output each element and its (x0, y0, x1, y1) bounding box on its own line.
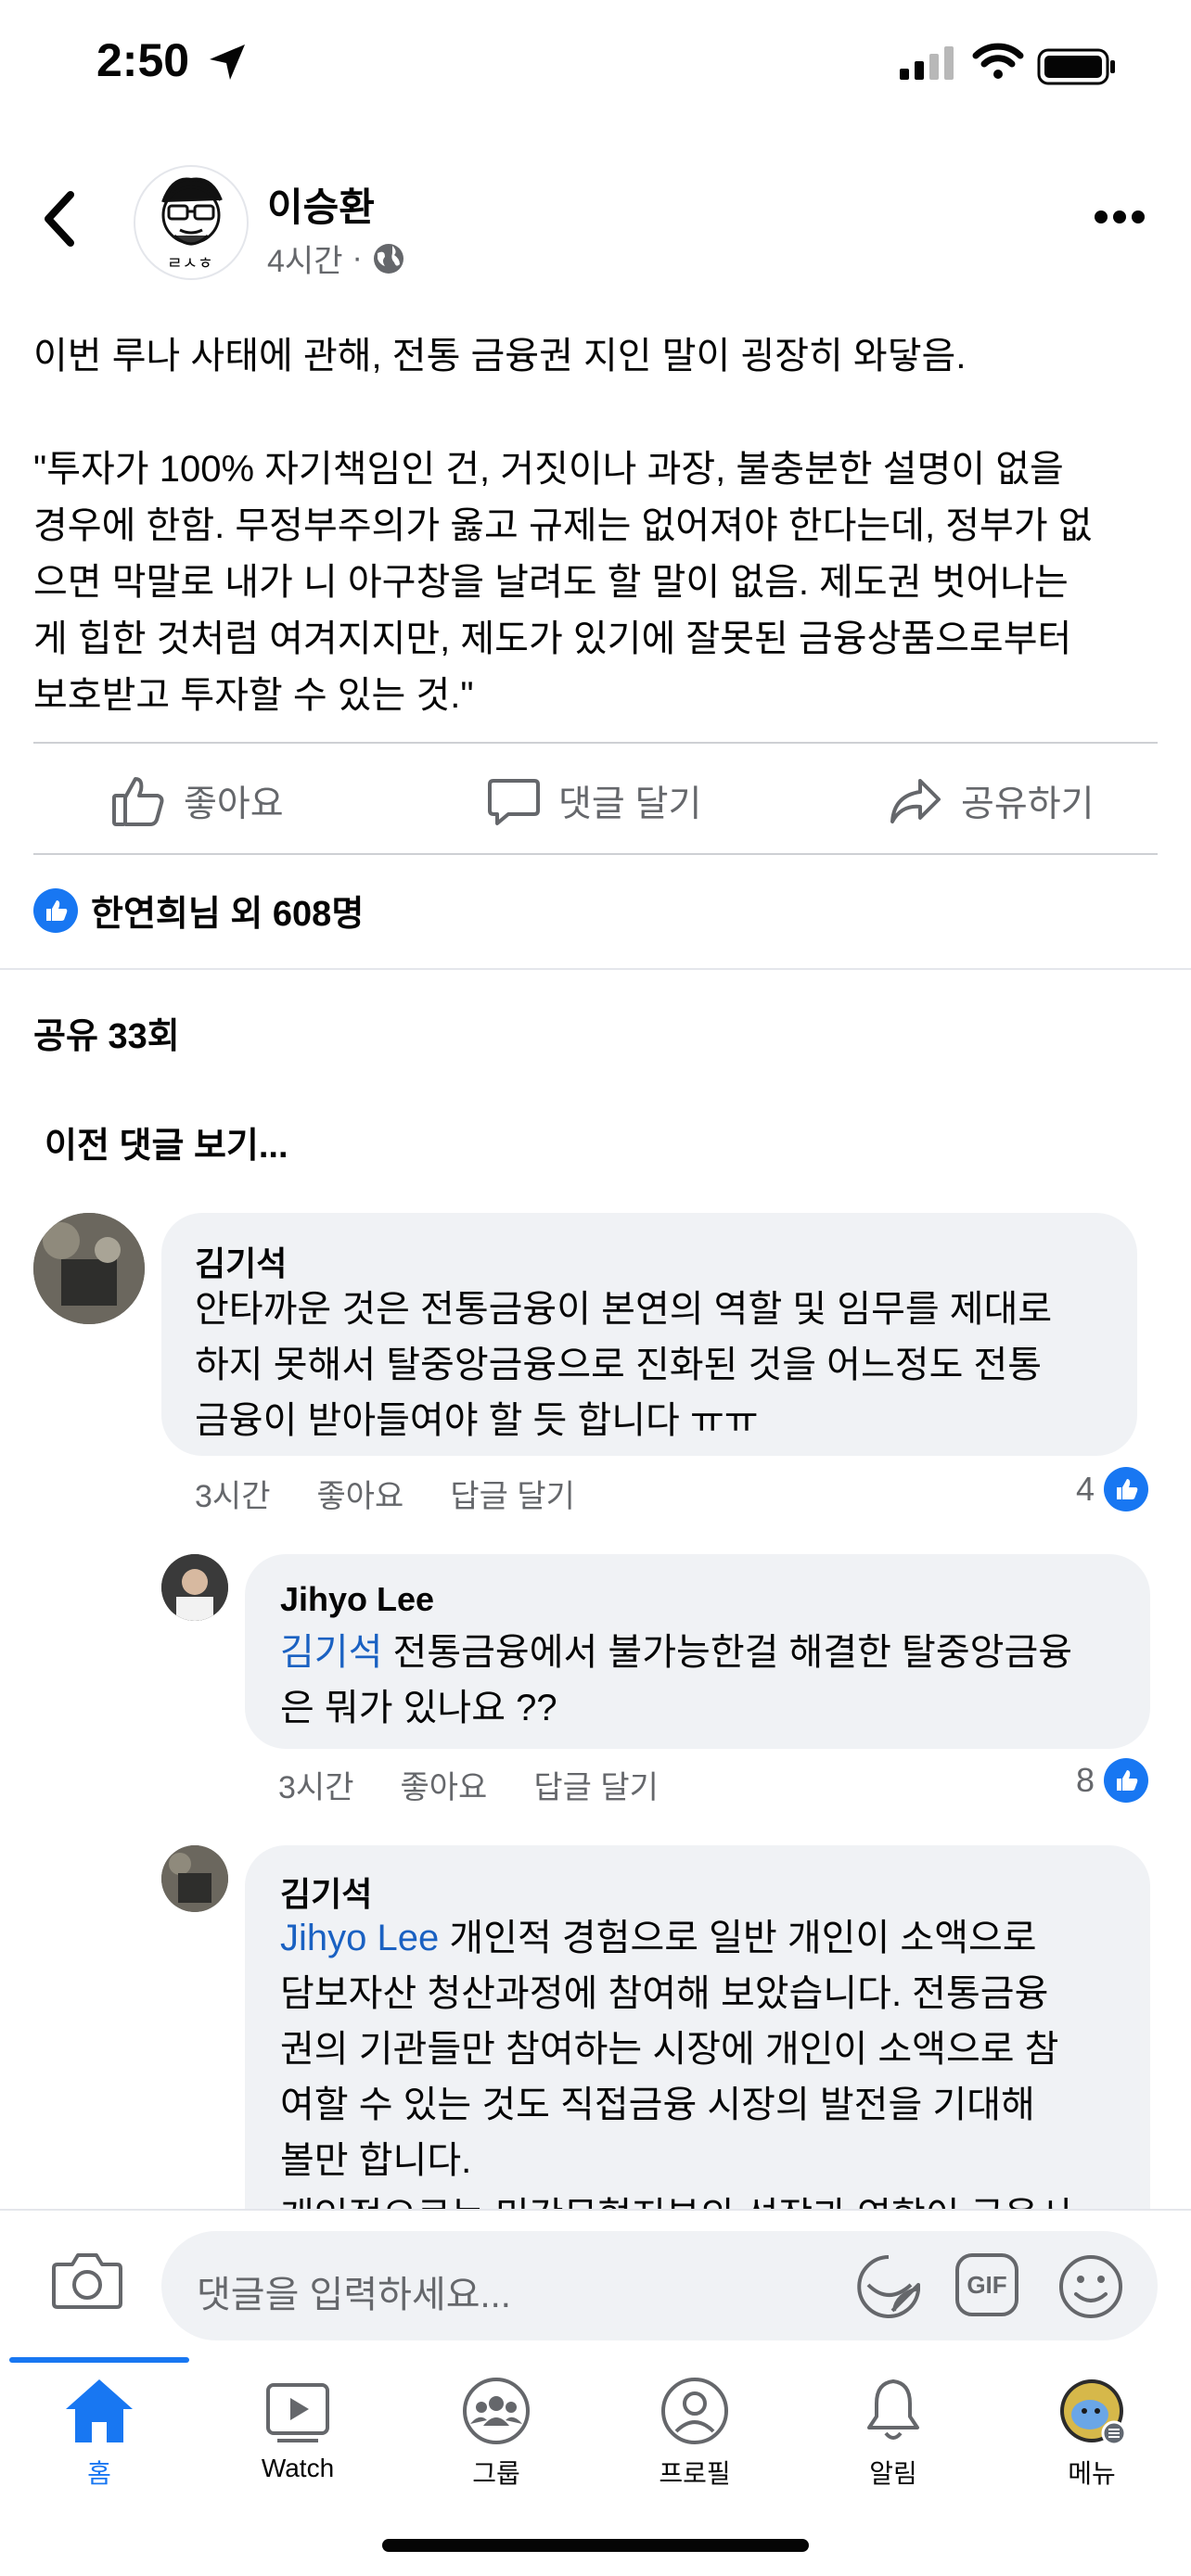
share-label: 공유하기 (961, 784, 1095, 824)
avatar-signature: ㄹㅅㅎ (167, 254, 213, 274)
shares-count[interactable]: 공유 33회 (33, 1007, 180, 1058)
location-arrow-icon (210, 45, 245, 80)
comment-label: 댓글 달기 (558, 784, 702, 824)
tab-label: 그룹 (472, 2459, 520, 2488)
profile-icon (661, 2378, 728, 2444)
home-icon (66, 2379, 133, 2442)
menu-avatar-icon (1060, 2379, 1127, 2446)
author-name[interactable]: 이승환 (267, 176, 375, 233)
reply-bubble: Jihyo Lee 김기석 전통금융에서 불가능한걸 해결한 탈중앙금융 은 뭐… (245, 1554, 1150, 1749)
comment-time: 3시간 (195, 1479, 271, 1514)
comment-body: 개인적 경험으로 일반 개인이 소액으로 담보자산 청산과정에 참여해 보았습니… (280, 1918, 1072, 2237)
comment-meta: 3시간 좋아요 답글 달기 (278, 1762, 659, 1807)
comment-author[interactable]: Jihyo Lee (280, 1580, 434, 1619)
sticker-icon[interactable] (855, 2253, 924, 2320)
commenter-avatar[interactable] (161, 1554, 228, 1621)
comment-time: 3시간 (278, 1770, 354, 1805)
comment-like-count[interactable]: 8 (1076, 1758, 1149, 1803)
comment-author[interactable]: 김기석 (195, 1237, 287, 1285)
avatar-photo (161, 1554, 228, 1621)
avatar-photo (161, 1845, 228, 1912)
like-button[interactable]: 좋아요 (111, 773, 284, 829)
like-reaction-icon (1104, 1467, 1149, 1511)
post-time: 4시간 (267, 244, 343, 279)
tab-label: Watch (261, 2454, 335, 2482)
status-time: 2:50 (96, 34, 190, 86)
share-button[interactable]: 공유하기 (889, 773, 1095, 829)
like-reaction-icon (33, 887, 78, 933)
like-reaction-icon (1104, 1758, 1149, 1803)
emoji-icon[interactable] (1057, 2253, 1124, 2320)
comment-text: 김기석 전통금융에서 불가능한걸 해결한 탈중앙금융 은 뭐가 있나요 ?? (280, 1625, 1133, 1736)
comment-body: 전통금융에서 불가능한걸 해결한 탈중앙금융 은 뭐가 있나요 ?? (280, 1632, 1073, 1728)
home-indicator (382, 2539, 809, 2552)
commenter-avatar[interactable] (161, 1845, 228, 1912)
comment-meta: 3시간 좋아요 답글 달기 (195, 1471, 575, 1516)
divider (33, 853, 1158, 855)
comment-like-button[interactable]: 좋아요 (316, 1471, 403, 1516)
comment-reply-button[interactable]: 답글 달기 (450, 1471, 575, 1516)
comment-input-placeholder: 댓글을 입력하세요... (197, 2275, 511, 2315)
back-arrow-icon[interactable] (41, 189, 78, 249)
tab-home[interactable]: 홈 (0, 2376, 198, 2491)
section-divider (0, 968, 1191, 970)
cellular-signal-icon (900, 46, 954, 80)
thumbs-up-icon (112, 777, 164, 826)
gif-button[interactable]: GIF (955, 2253, 1018, 2316)
comment-text: 안타까운 것은 전통금융이 본연의 역할 및 임무를 제대로 하지 못해서 탈중… (195, 1289, 1053, 1441)
tab-label: 홈 (87, 2459, 111, 2488)
comment-button[interactable]: 댓글 달기 (488, 773, 701, 829)
comment-bubble: 김기석 안타까운 것은 전통금융이 본연의 역할 및 임무를 제대로 하지 못해… (161, 1213, 1137, 1456)
view-previous-comments[interactable]: 이전 댓글 보기... (45, 1116, 288, 1167)
reactions-summary[interactable]: 한연희님 외 608명 (33, 885, 364, 936)
tab-groups[interactable]: 그룹 (397, 2376, 596, 2491)
groups-icon (463, 2378, 530, 2444)
watch-icon (266, 2383, 329, 2442)
tab-profile[interactable]: 프로필 (596, 2376, 794, 2491)
post-text: 이번 루나 사태에 관해, 전통 금융권 지인 말이 굉장히 와닿음. "투자가… (33, 336, 1093, 716)
tab-label: 메뉴 (1068, 2459, 1116, 2488)
like-count-number: 8 (1076, 1761, 1095, 1799)
camera-icon[interactable] (52, 2250, 122, 2311)
globe-icon (373, 243, 403, 274)
reactions-text: 한연희님 외 608명 (91, 895, 365, 934)
tab-watch[interactable]: Watch (198, 2376, 397, 2483)
wifi-icon (972, 43, 1024, 79)
share-arrow-icon (890, 779, 941, 823)
tab-menu[interactable]: 메뉴 (992, 2376, 1191, 2491)
post-meta: 4시간 · (267, 236, 405, 281)
tab-notifications[interactable]: 알림 (794, 2376, 992, 2491)
comment-like-count[interactable]: 4 (1076, 1467, 1149, 1511)
tab-label: 프로필 (659, 2459, 731, 2488)
comment-reply-button[interactable]: 답글 달기 (533, 1762, 659, 1807)
tab-label: 알림 (869, 2459, 917, 2488)
comment-author[interactable]: 김기석 (280, 1868, 372, 1916)
reply-bubble: 김기석 Jihyo Lee 개인적 경험으로 일반 개인이 소액으로 담보자산 … (245, 1845, 1150, 2237)
comment-text: Jihyo Lee 개인적 경험으로 일반 개인이 소액으로 담보자산 청산과정… (280, 1910, 1133, 2244)
battery-icon (1037, 48, 1115, 85)
comment-like-button[interactable]: 좋아요 (400, 1762, 487, 1807)
more-options-icon[interactable] (1095, 210, 1145, 224)
mention-link[interactable]: Jihyo Lee (280, 1918, 439, 1958)
bell-icon (867, 2379, 919, 2440)
commenter-avatar[interactable] (33, 1213, 145, 1324)
like-label: 좋아요 (184, 784, 284, 824)
mention-link[interactable]: 김기석 (280, 1632, 382, 1673)
active-tab-indicator (9, 2357, 189, 2363)
meta-separator: · (352, 240, 363, 275)
avatar-photo (33, 1213, 145, 1324)
like-count-number: 4 (1076, 1470, 1095, 1508)
author-avatar[interactable]: ㄹㅅㅎ (134, 165, 249, 280)
divider (33, 742, 1158, 744)
comment-bubble-icon (488, 779, 540, 825)
